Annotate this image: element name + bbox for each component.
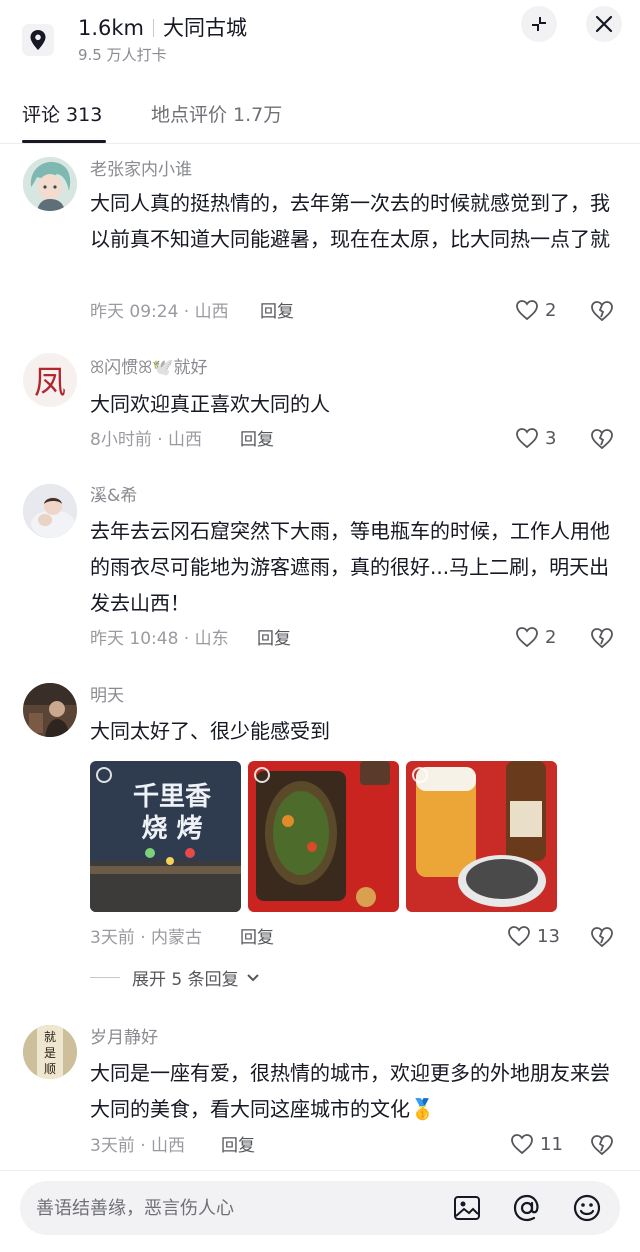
location-pin-icon[interactable] (22, 24, 54, 56)
comment-username[interactable]: 岁月静好 (90, 1027, 158, 1049)
comment-text: 大同是一座有爱，很热情的城市，欢迎更多的外地朋友来尝大同的美食，看大同这座城市的… (90, 1061, 610, 1121)
svg-text:凤: 凤 (34, 363, 66, 401)
comment-meta: 3天前 · 内蒙古 (90, 928, 203, 948)
like-count: 2 (545, 299, 557, 321)
sign-text-1: 千里香 (133, 782, 211, 812)
avatar[interactable]: 凤 (23, 353, 77, 407)
avatar-char-2: 是 (44, 1046, 56, 1060)
comment-username[interactable]: 溪&希 (90, 485, 137, 507)
comment-meta: 3天前 · 山西 (90, 1136, 186, 1156)
like-button[interactable]: 2 (515, 299, 556, 321)
heart-icon (516, 627, 538, 648)
dislike-button[interactable] (590, 1134, 614, 1160)
comment-text: 大同欢迎真正喜欢大同的人 (90, 392, 330, 416)
reply-button[interactable]: 回复 (221, 1135, 255, 1157)
heart-icon (508, 926, 530, 947)
comment-text: 去年去云冈石窟突然下大雨，等电瓶车的时候，工作人用他的雨衣尽可能地为游客遮雨，真… (90, 519, 610, 615)
expand-divider (90, 977, 120, 978)
like-button[interactable]: 13 (507, 925, 560, 947)
close-button[interactable] (586, 6, 622, 42)
live-photo-icon (96, 767, 112, 783)
active-tab-indicator (22, 140, 106, 143)
heart-icon (511, 1134, 533, 1155)
comment-meta: 昨天 10:48 · 山东 (90, 629, 229, 649)
distance-label: 1.6km (78, 16, 145, 40)
dislike-button[interactable] (590, 627, 614, 653)
like-count: 2 (545, 626, 557, 648)
comment-meta: 8小时前 · 山西 (90, 430, 203, 450)
comment-input-box[interactable] (20, 1181, 620, 1235)
comment-username[interactable]: 明天 (90, 685, 124, 707)
dislike-button[interactable] (590, 300, 614, 326)
broken-heart-icon (591, 927, 613, 948)
place-name: 大同古城 (163, 16, 248, 40)
avatar-char-1: 就 (44, 1030, 56, 1044)
tab-comments[interactable]: 评论 313 (22, 102, 102, 128)
photo-grilled-fish[interactable] (248, 761, 399, 912)
comment-input[interactable] (36, 1181, 436, 1235)
comment-meta: 昨天 09:24 · 山西 (90, 302, 229, 322)
location-header: 1.6km 大同古城 9.5 万人打卡 (0, 0, 640, 80)
avatar[interactable] (23, 157, 77, 211)
live-photo-icon (412, 767, 428, 783)
at-mention-icon[interactable] (512, 1193, 542, 1223)
like-button[interactable]: 2 (515, 626, 556, 648)
broken-heart-icon (591, 429, 613, 450)
like-button[interactable]: 3 (515, 427, 556, 449)
comment-text: 大同人真的挺热情的，去年第一次去的时候就感觉到了，我以前真不知道大同能避暑，现在… (90, 191, 610, 251)
dislike-button[interactable] (590, 428, 614, 454)
reply-button[interactable]: 回复 (257, 628, 291, 650)
like-count: 13 (537, 925, 560, 947)
comment-text: 大同太好了、很少能感受到 (90, 719, 330, 743)
broken-heart-icon (591, 301, 613, 322)
like-count: 3 (545, 427, 557, 449)
live-photo-icon (254, 767, 270, 783)
like-button[interactable]: 11 (510, 1133, 563, 1155)
heart-icon (516, 300, 538, 321)
checkin-count: 9.5 万人打卡 (78, 46, 167, 64)
comment-username[interactable]: ꕤ闪惯ꕤ🕊️就好 (90, 357, 207, 379)
title-divider (153, 19, 155, 37)
avatar[interactable] (23, 484, 77, 538)
collapse-button[interactable] (521, 6, 557, 42)
comment-username[interactable]: 老张家内小谁 (90, 159, 192, 181)
broken-heart-icon (591, 628, 613, 649)
location-title[interactable]: 1.6km 大同古城 (78, 14, 247, 42)
avatar[interactable]: 就 是 顺 (23, 1025, 77, 1079)
reply-button[interactable]: 回复 (240, 927, 274, 949)
comment-tabs: 评论 313 地点评价 1.7万 (0, 92, 640, 144)
comment-photos: 千里香 烧 烤 (90, 761, 557, 912)
image-icon[interactable] (452, 1193, 482, 1223)
collapse-icon (532, 17, 546, 31)
comment-list[interactable]: 老张家内小谁 大同人真的挺热情的，去年第一次去的时候就感觉到了，我以前真不知道大… (0, 145, 640, 1170)
comment-input-bar (0, 1170, 640, 1252)
avatar-char-3: 顺 (44, 1062, 56, 1076)
tab-place-reviews[interactable]: 地点评价 1.7万 (151, 102, 282, 128)
broken-heart-icon (591, 1135, 613, 1156)
expand-replies-label: 展开 5 条回复 (132, 970, 239, 990)
avatar[interactable] (23, 683, 77, 737)
chevron-down-icon (246, 973, 259, 981)
close-icon (595, 15, 613, 33)
reply-button[interactable]: 回复 (260, 301, 294, 323)
heart-icon (516, 428, 538, 449)
photo-bbq-sign[interactable]: 千里香 烧 烤 (90, 761, 241, 912)
like-count: 11 (540, 1133, 563, 1155)
photo-beer-seeds[interactable] (406, 761, 557, 912)
emoji-icon[interactable] (572, 1193, 602, 1223)
sign-text-2: 烧 烤 (141, 814, 202, 844)
dislike-button[interactable] (590, 926, 614, 952)
expand-replies-button[interactable]: 展开 5 条回复 (90, 965, 261, 990)
reply-button[interactable]: 回复 (240, 429, 274, 451)
